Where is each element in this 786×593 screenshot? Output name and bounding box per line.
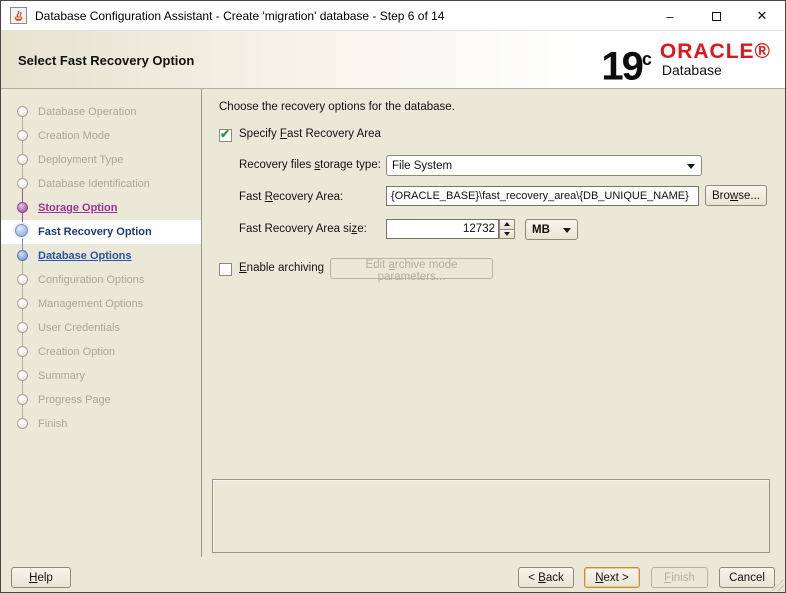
next-button[interactable]: Next > (584, 567, 640, 588)
sidebar-step-database-operation: Database Operation (1, 100, 201, 124)
step-label: Configuration Options (38, 268, 144, 292)
step-bullet-icon (17, 346, 28, 357)
version-19c: 19c (601, 37, 652, 88)
step-bullet-icon (17, 394, 28, 405)
wizard-sidebar: Database OperationCreation ModeDeploymen… (1, 89, 202, 557)
step-label: User Credentials (38, 316, 120, 340)
sidebar-step-creation-mode: Creation Mode (1, 124, 201, 148)
maximize-button[interactable] (693, 1, 739, 31)
sidebar-step-storage-option[interactable]: Storage Option (1, 196, 201, 220)
step-bullet-icon (17, 418, 28, 429)
step-bullet-icon (17, 106, 28, 117)
window-title: Database Configuration Assistant - Creat… (35, 9, 444, 23)
browse-button[interactable]: Browse... (705, 185, 767, 206)
spin-up-button[interactable] (499, 219, 515, 230)
cancel-button[interactable]: Cancel (719, 567, 775, 588)
storage-type-label: Recovery files storage type: (239, 159, 381, 171)
sidebar-step-user-credentials: User Credentials (1, 316, 201, 340)
main-panel: Choose the recovery options for the data… (203, 89, 786, 557)
step-bullet-icon (17, 202, 28, 213)
step-bullet-icon (17, 370, 28, 381)
step-label: Progress Page (38, 388, 111, 412)
fra-location-input[interactable] (386, 186, 699, 206)
fra-size-label: Fast Recovery Area size: (239, 223, 367, 235)
wizard-steps: Database OperationCreation ModeDeploymen… (1, 100, 201, 436)
size-unit-value: MB (532, 224, 550, 236)
fra-size-spinner (499, 219, 515, 239)
finish-button: Finish (651, 567, 708, 588)
edit-archive-mode-button: Edit archive mode parameters... (330, 258, 493, 279)
step-bullet-icon (17, 154, 28, 165)
header-banner: Select Fast Recovery Option 19c ORACLE® … (1, 31, 785, 89)
oracle-brand-logo: 19c ORACLE® Database (601, 37, 771, 88)
step-bullet-icon (15, 224, 28, 237)
storage-type-select[interactable]: File System (386, 155, 702, 176)
sidebar-step-summary: Summary (1, 364, 201, 388)
sidebar-step-database-options[interactable]: Database Options (1, 244, 201, 268)
footer-bar: Help < Back Next > Finish Cancel (1, 557, 785, 593)
step-bullet-icon (17, 178, 28, 189)
step-bullet-icon (17, 274, 28, 285)
fra-location-label: Fast Recovery Area: (239, 191, 343, 203)
sidebar-step-progress-page: Progress Page (1, 388, 201, 412)
step-bullet-icon (17, 298, 28, 309)
step-label: Summary (38, 364, 85, 388)
sidebar-step-management-options: Management Options (1, 292, 201, 316)
sidebar-step-configuration-options: Configuration Options (1, 268, 201, 292)
enable-archiving-checkbox[interactable] (219, 263, 232, 276)
step-label: Deployment Type (38, 148, 123, 172)
oracle-wordmark: ORACLE® (660, 42, 771, 62)
step-label: Database Identification (38, 172, 150, 196)
message-box (212, 479, 770, 553)
size-unit-select[interactable]: MB (525, 219, 578, 240)
storage-type-value: File System (392, 160, 452, 172)
dbca-window: Database Configuration Assistant - Creat… (0, 0, 786, 593)
java-app-icon (10, 7, 27, 24)
spin-down-button[interactable] (499, 230, 515, 240)
sidebar-step-finish: Finish (1, 412, 201, 436)
help-button[interactable]: Help (11, 567, 71, 588)
chevron-down-icon (563, 228, 571, 233)
close-button[interactable]: ✕ (739, 1, 785, 31)
page-title: Select Fast Recovery Option (18, 53, 194, 68)
instruction-text: Choose the recovery options for the data… (219, 101, 455, 113)
step-label: Creation Option (38, 340, 115, 364)
fra-size-input[interactable] (386, 219, 499, 239)
step-bullet-icon (17, 250, 28, 261)
back-button[interactable]: < Back (518, 567, 574, 588)
step-label: Fast Recovery Option (38, 220, 152, 244)
specify-fra-checkbox[interactable] (219, 129, 232, 142)
specify-fra-label: Specify Fast Recovery Area (239, 128, 381, 140)
database-label: Database (660, 62, 771, 78)
sidebar-step-deployment-type: Deployment Type (1, 148, 201, 172)
title-bar: Database Configuration Assistant - Creat… (1, 1, 785, 31)
sidebar-step-fast-recovery-option[interactable]: Fast Recovery Option (1, 220, 201, 244)
step-label: Database Options (38, 244, 132, 268)
enable-archiving-label: Enable archiving (239, 262, 324, 274)
step-label: Database Operation (38, 100, 136, 124)
step-label: Storage Option (38, 196, 117, 220)
sidebar-step-database-identification: Database Identification (1, 172, 201, 196)
chevron-down-icon (687, 164, 695, 169)
sidebar-step-creation-option: Creation Option (1, 340, 201, 364)
step-bullet-icon (17, 322, 28, 333)
step-bullet-icon (17, 130, 28, 141)
step-label: Creation Mode (38, 124, 110, 148)
step-label: Management Options (38, 292, 143, 316)
minimize-button[interactable]: – (647, 1, 693, 31)
maximize-icon (712, 12, 721, 21)
step-label: Finish (38, 412, 67, 436)
